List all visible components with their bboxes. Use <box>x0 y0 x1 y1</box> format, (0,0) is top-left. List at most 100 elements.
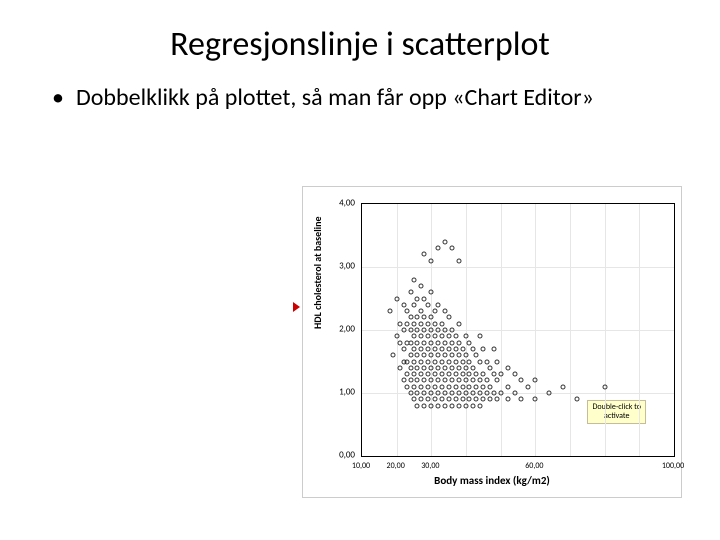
y-tick: 1,00 <box>319 387 355 398</box>
data-point <box>415 296 420 301</box>
data-point <box>422 296 427 301</box>
data-point <box>401 302 406 307</box>
bullet-item: Dobbelklikk på plottet, så man får opp «… <box>52 83 672 113</box>
data-point <box>460 397 465 402</box>
data-point <box>457 353 462 358</box>
data-point <box>412 321 417 326</box>
data-point <box>443 365 448 370</box>
data-point <box>415 378 420 383</box>
data-point <box>512 391 517 396</box>
data-point <box>477 391 482 396</box>
data-point <box>405 372 410 377</box>
data-point <box>439 372 444 377</box>
y-tick: 2,00 <box>319 324 355 335</box>
data-point <box>439 359 444 364</box>
data-point <box>408 365 413 370</box>
data-point <box>432 397 437 402</box>
data-point <box>602 384 607 389</box>
data-point <box>439 321 444 326</box>
data-point <box>443 391 448 396</box>
data-point <box>446 384 451 389</box>
data-point <box>488 384 493 389</box>
data-point <box>422 315 427 320</box>
data-point <box>453 334 458 339</box>
data-point <box>422 340 427 345</box>
data-point <box>436 302 441 307</box>
data-point <box>405 309 410 314</box>
data-point <box>453 346 458 351</box>
data-point <box>429 315 434 320</box>
data-point <box>418 334 423 339</box>
bullet-list: Dobbelklikk på plottet, så man får opp «… <box>52 83 672 113</box>
data-point <box>425 302 430 307</box>
y-tick: 4,00 <box>319 198 355 209</box>
data-point <box>533 397 538 402</box>
data-point <box>457 378 462 383</box>
data-point <box>446 346 451 351</box>
data-point <box>470 346 475 351</box>
data-point <box>412 397 417 402</box>
data-point <box>477 403 482 408</box>
data-point <box>429 391 434 396</box>
data-point <box>481 346 486 351</box>
data-point <box>436 353 441 358</box>
data-point <box>457 403 462 408</box>
data-point <box>470 391 475 396</box>
data-point <box>450 403 455 408</box>
data-point <box>418 384 423 389</box>
data-point <box>484 391 489 396</box>
data-point <box>505 365 510 370</box>
data-point <box>408 315 413 320</box>
data-point <box>467 384 472 389</box>
data-point <box>443 403 448 408</box>
data-point <box>422 403 427 408</box>
data-point <box>429 340 434 345</box>
data-point <box>415 340 420 345</box>
data-point <box>432 346 437 351</box>
data-point <box>481 372 486 377</box>
chart-panel[interactable]: HDL cholesterol at baseline Double-click… <box>302 186 682 498</box>
data-point <box>474 372 479 377</box>
data-point <box>415 315 420 320</box>
data-point <box>512 372 517 377</box>
data-point <box>561 384 566 389</box>
data-point <box>432 309 437 314</box>
data-point <box>429 365 434 370</box>
data-point <box>505 397 510 402</box>
data-point <box>453 372 458 377</box>
data-point <box>401 328 406 333</box>
data-point <box>439 397 444 402</box>
data-point <box>460 346 465 351</box>
data-point <box>470 365 475 370</box>
x-tick: 10,00 <box>352 461 370 471</box>
data-point <box>408 328 413 333</box>
data-point <box>467 359 472 364</box>
data-point <box>457 258 462 263</box>
data-point <box>498 391 503 396</box>
data-point <box>425 359 430 364</box>
data-point <box>408 340 413 345</box>
data-point <box>574 397 579 402</box>
plot-area[interactable]: Double-click to activate <box>361 203 675 457</box>
data-point <box>408 378 413 383</box>
data-point <box>470 403 475 408</box>
data-point <box>505 384 510 389</box>
data-point <box>464 391 469 396</box>
data-point <box>422 328 427 333</box>
data-point <box>412 334 417 339</box>
data-point <box>474 397 479 402</box>
data-point <box>429 403 434 408</box>
data-point <box>498 372 503 377</box>
y-axis-label: HDL cholesterol at baseline <box>311 216 324 329</box>
callout-line2: activate <box>604 411 630 421</box>
data-point <box>450 340 455 345</box>
data-point <box>484 359 489 364</box>
data-point <box>464 353 469 358</box>
data-point <box>408 353 413 358</box>
data-point <box>464 334 469 339</box>
data-point <box>533 378 538 383</box>
x-axis-label: Body mass index (kg/m2) <box>309 474 675 487</box>
data-point <box>495 359 500 364</box>
x-tick: 30,00 <box>421 461 439 471</box>
data-point <box>460 372 465 377</box>
